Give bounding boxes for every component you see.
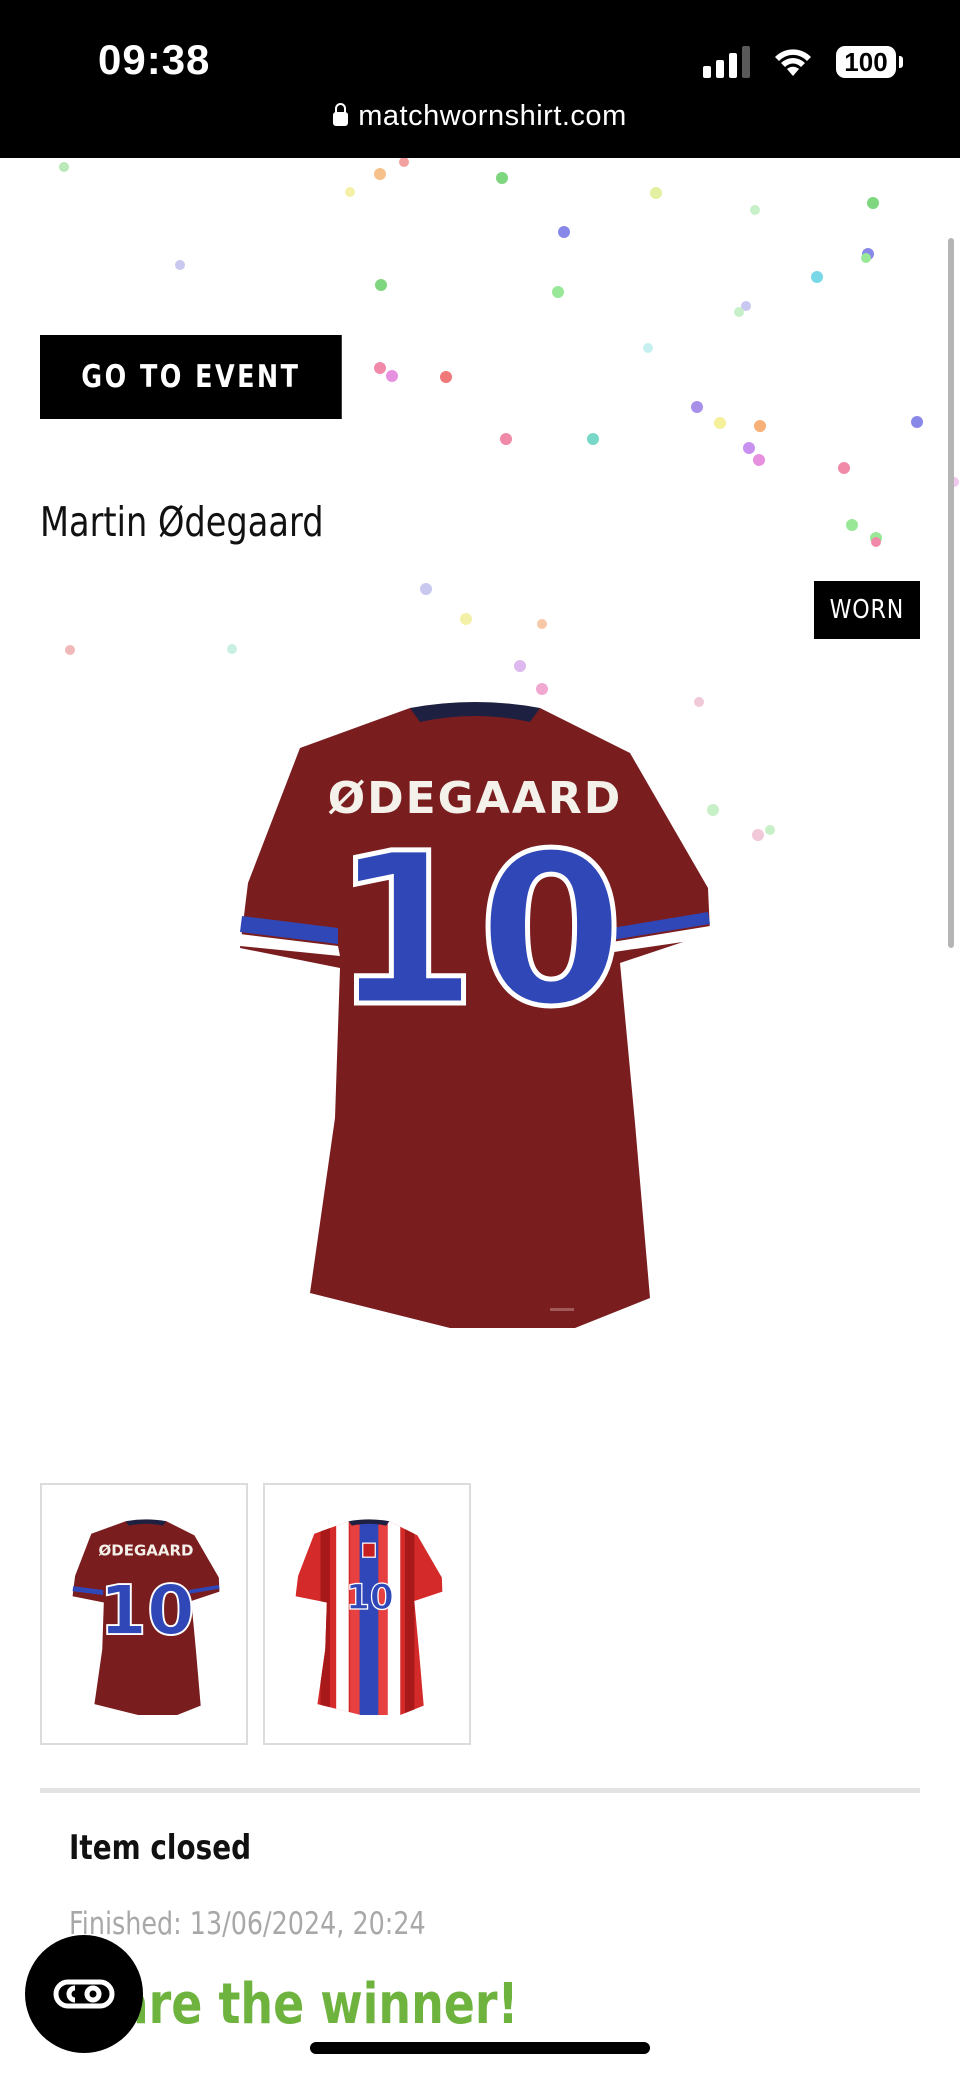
status-icons: 100	[703, 46, 903, 78]
clock: 09:38	[98, 36, 211, 83]
lock-icon	[333, 103, 349, 126]
finished-timestamp: Finished: 13/06/2024, 20:24	[69, 1906, 426, 1942]
shirt-number-print: 10	[332, 808, 624, 1053]
chat-button[interactable]	[25, 1935, 143, 2053]
worn-badge: WORN	[814, 581, 920, 639]
status-bar: 09:38 100 matchwornshirt.com	[0, 0, 960, 158]
section-divider	[40, 1788, 920, 1793]
battery-icon: 100	[836, 46, 903, 78]
thumb-number-print: 10	[99, 1571, 195, 1651]
cellular-signal-icon	[703, 46, 750, 78]
thumb-front-number: 10	[346, 1578, 394, 1618]
thumbnail-back[interactable]: ØDEGAARD 10	[40, 1483, 248, 1745]
player-name: Martin Ødegaard	[40, 498, 324, 546]
scrollbar[interactable]	[948, 238, 954, 948]
wifi-icon	[775, 49, 811, 76]
address-bar[interactable]: matchwornshirt.com	[0, 100, 960, 133]
shirt-main-image[interactable]: ØDEGAARD 10	[240, 688, 710, 1528]
item-status-title: Item closed	[69, 1828, 252, 1868]
thumbnail-front[interactable]: 10	[263, 1483, 471, 1745]
home-indicator	[310, 2042, 650, 2054]
page-content: GO TO EVENT Martin Ødegaard WORN ØDEGAAR…	[0, 158, 960, 2078]
thumb-name-print: ØDEGAARD	[99, 1542, 194, 1560]
go-to-event-button[interactable]: GO TO EVENT	[40, 335, 342, 419]
chat-icon	[53, 1979, 115, 2009]
url-text: matchwornshirt.com	[358, 100, 627, 132]
